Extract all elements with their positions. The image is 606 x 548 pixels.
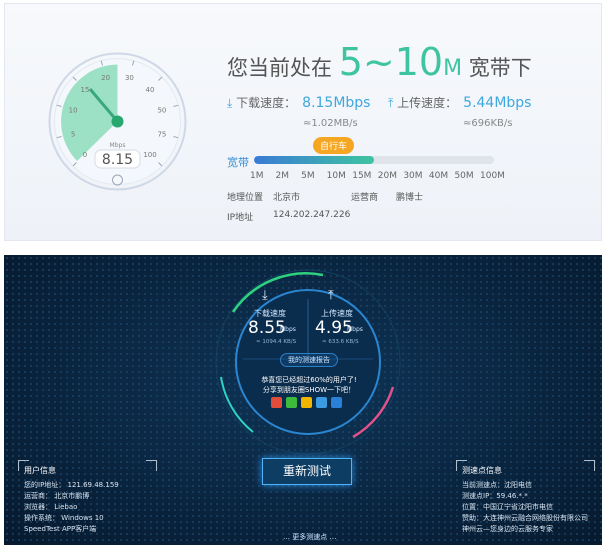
location-label: 地理位置 [227, 193, 264, 203]
user-info-line: 操作系统： Windows 10 [24, 514, 104, 522]
more-share-icon[interactable] [331, 397, 342, 408]
gauge-tick-label: 75 [157, 130, 166, 138]
retest-button[interactable]: 重新测试 [262, 458, 352, 485]
share-line-1: 恭喜您已经超过60%的用户了! [261, 376, 357, 384]
upload-arrow-icon: ⤒ [328, 288, 334, 303]
gauge-tick-label: 30 [125, 74, 134, 82]
user-info-line: 浏览器： Liebao [24, 503, 78, 511]
bandwidth-tick-label: 100M [480, 171, 505, 181]
upload-icon: ⤒ [388, 96, 394, 110]
download-value: 8.15Mbps [302, 95, 371, 111]
download-arrow-icon: ⤓ [262, 288, 268, 303]
gauge-tick-label: 15 [81, 86, 90, 94]
bandwidth-tick-label: 50M [454, 171, 474, 181]
gauge-hub [111, 115, 124, 128]
bandwidth-tick-label: 20M [377, 171, 397, 181]
headline-unit: M [443, 56, 463, 81]
speedtest-result-panel: 0 5 10 15 20 30 40 50 75 100 Mbps 8.15 您当前处在 5~10… [4, 3, 602, 241]
more-nodes-link[interactable]: … 更多测速点 … [283, 532, 336, 542]
node-info-line: 位置：中国辽宁省沈阳市电信 [462, 503, 553, 511]
gauge-tick-label: 10 [69, 107, 78, 115]
more-nodes-label: 更多测速点 [292, 533, 328, 541]
bottom-upload-sub: ≈ 633.6 KB/S [322, 339, 359, 345]
node-info-line: 当前测速点：沈阳电信 [462, 481, 532, 489]
bandwidth-tick-label: 1M [250, 171, 264, 181]
upload-speed-row: ⤒ 上传速度： 5.44Mbps [388, 94, 531, 111]
wechat-icon[interactable] [286, 397, 297, 408]
weibo-icon[interactable] [271, 397, 282, 408]
headline-suffix: 宽带下 [468, 56, 532, 80]
speed-gauge: 0 5 10 15 20 30 40 50 75 100 Mbps 8.15 [48, 52, 187, 191]
bandwidth-tick-label: 5M [301, 171, 315, 181]
headline-range: 5~10 [338, 40, 444, 84]
node-info-line: 赞助：大连神州云融合网络股份有限公司 [462, 514, 588, 522]
bottom-download-unit: Mbps [280, 326, 296, 333]
node-info-line: 测速点IP：59.46.*.* [462, 492, 528, 500]
user-info-title: 用户信息 [24, 466, 56, 475]
bandwidth-tick-label: 15M [352, 171, 372, 181]
download-sub: ≈1.02MB/s [303, 118, 358, 129]
userinfo-corner-tr [146, 460, 157, 471]
qzone-icon[interactable] [301, 397, 312, 408]
speed-report-button[interactable]: 我的测速报告 [280, 353, 338, 367]
user-info-line: 运营商： 北京市鹏博 [24, 492, 90, 500]
user-info-panel: 用户信息 您的IP地址： 121.69.48.159 运营商： 北京市鹏博 浏览… [24, 465, 119, 535]
ip-value: 124.202.247.226 [273, 210, 351, 220]
bandwidth-tick-label: 10M [326, 171, 346, 181]
bandwidth-bar-fill [254, 156, 374, 164]
bandwidth-headline: 您当前处在 5~10M 宽带下 [227, 40, 532, 84]
user-info-line: SpeedTest APP客户端 [24, 525, 97, 533]
node-info-title: 测速点信息 [462, 466, 502, 475]
headline-prefix: 您当前处在 [227, 56, 332, 80]
bandwidth-tick-label: 2M [275, 171, 290, 181]
download-speed-row: ⤓ 下载速度： 8.15Mbps [227, 94, 370, 111]
tencent-weibo-icon[interactable] [316, 397, 327, 408]
bottom-upload-unit: Mbps [347, 326, 363, 333]
bandwidth-tick-label: 40M [428, 171, 449, 181]
isp-value: 鹏博士 [396, 193, 424, 203]
upload-label: 上传速度： [397, 96, 458, 110]
bandwidth-badge: 自行车 [313, 137, 355, 154]
upload-value: 5.44Mbps [463, 95, 532, 111]
share-line-2: 分享到朋友圈SHOW一下吧！ [262, 386, 356, 394]
gauge-tick-label: 5 [71, 130, 75, 138]
upload-sub: ≈696KB/s [463, 118, 513, 129]
node-info-line: 神州云—您身边的云服务专家 [462, 525, 553, 533]
download-icon: ⤓ [227, 96, 233, 110]
user-info-line: 您的IP地址： 121.69.48.159 [24, 481, 119, 489]
speedtest-dark-panel: ⤓ ⤒ 下载速度 上传速度 8.55 Mbps 4.95 Mbps ≈ 1094… [4, 255, 602, 545]
download-label: 下载速度： [236, 96, 297, 110]
bandwidth-tick-label: 30M [403, 171, 423, 181]
isp-label: 运营商 [351, 193, 379, 203]
gauge-tick-label: 0 [83, 151, 87, 159]
gauge-tick-label: 50 [157, 107, 166, 115]
bandwidth-bar [254, 156, 494, 164]
location-value: 北京市 [273, 193, 301, 203]
ip-label: IP地址 [227, 213, 254, 223]
bottom-download-sub: ≈ 1094.4 KB/S [256, 339, 297, 345]
gauge-tick-label: 100 [143, 151, 156, 159]
share-icons [271, 397, 342, 408]
gauge-tick-label: 40 [146, 86, 155, 94]
bandwidth-label: 宽带 [227, 156, 249, 169]
share-message: 恭喜您已经超过60%的用户了! 分享到朋友圈SHOW一下吧！ [259, 375, 359, 395]
gauge-unit: Mbps [110, 142, 126, 149]
gauge-reading: 8.15 [102, 152, 133, 168]
node-info-panel: 测速点信息 当前测速点：沈阳电信 测速点IP：59.46.*.* 位置：中国辽宁… [462, 465, 588, 535]
gauge-tick-label: 20 [101, 74, 110, 82]
